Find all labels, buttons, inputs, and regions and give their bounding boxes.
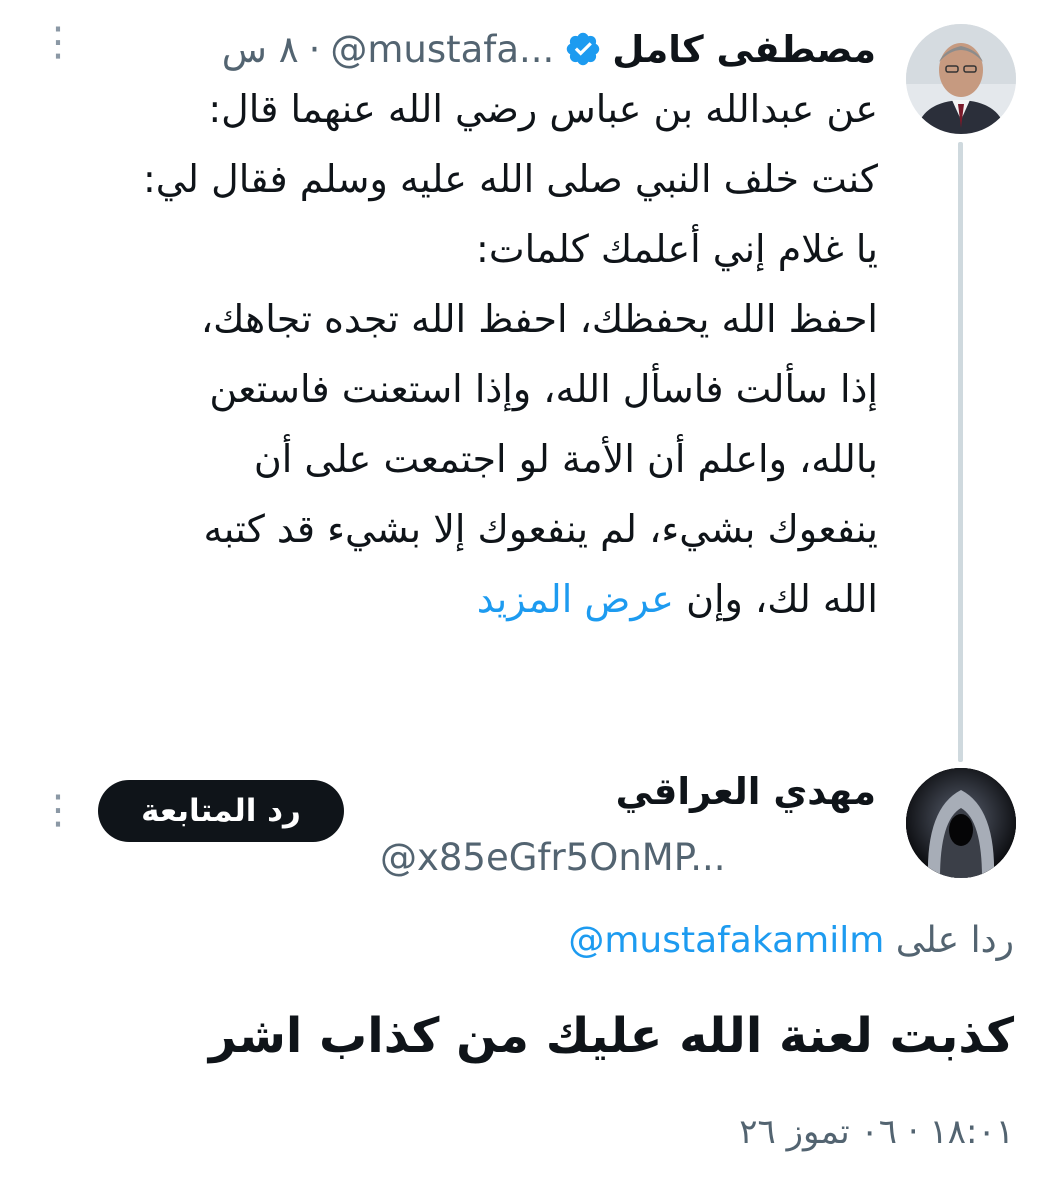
tweet-text-line: كنت خلف النبي صلى الله عليه وسلم فقال لي… <box>142 157 878 201</box>
verified-badge-icon <box>567 32 600 66</box>
follow-back-button[interactable]: رد المتابعة <box>98 780 344 842</box>
reply-timestamp[interactable]: ١٨:٠١ · ٠٦ تموز ٢٦ <box>739 1112 1014 1152</box>
avatar-mahdi-aliraqi[interactable] <box>906 768 1016 878</box>
separator-dot: · <box>308 27 321 71</box>
avatar-hooded-figure-image <box>906 768 1016 878</box>
reply-more-options[interactable]: ⋮ <box>38 787 78 833</box>
tweet-text-line: إذا سألت فاسأل الله، وإذا استعنت فاستعن <box>209 367 878 411</box>
tweet-text-last-line: الله لك، وإن عرض المزيد <box>118 564 878 634</box>
tweet-time[interactable]: ٨ س <box>222 28 299 71</box>
tweet-text-line: عن عبدالله بن عباس رضي الله عنهما قال: <box>208 87 878 131</box>
tweet-text-line: احفظ الله يحفظك، احفظ الله تجده تجاهك، <box>200 297 878 341</box>
tweet-body: عن عبدالله بن عباس رضي الله عنهما قال: ك… <box>118 74 878 634</box>
tweet-text-line: ينفعوك بشيء، لم ينفعوك إلا بشيء قد كتبه <box>203 507 878 551</box>
reply-author-handle[interactable]: @x85eGfr5OnMP... <box>380 836 726 879</box>
reply-text: كذبت لعنة الله عليك من كذاب اشر <box>208 1008 1014 1064</box>
replying-to: ردا على @mustafakamilm <box>568 920 1014 961</box>
tweet-more-options[interactable]: ⋮ <box>38 19 78 65</box>
avatar-portrait-image <box>906 24 1016 134</box>
tweet-text-line: بالله، واعلم أن الأمة لو اجتمعت على أن <box>253 437 878 481</box>
ellipsis-vertical-icon: ⋮ <box>38 787 78 833</box>
ellipsis-vertical-icon: ⋮ <box>38 19 78 65</box>
tweet-text-line: يا غلام إني أعلمك كلمات: <box>476 227 878 271</box>
show-more-link[interactable]: عرض المزيد <box>477 577 674 621</box>
tweet-header: مصطفى كامل @mustafa... · ٨ س <box>222 24 876 74</box>
replying-to-handle-link[interactable]: @mustafakamilm <box>568 920 884 961</box>
reply-author-name[interactable]: مهدي العراقي <box>616 770 876 813</box>
thread-connector-line <box>958 142 963 762</box>
tweet-author-name[interactable]: مصطفى كامل <box>612 28 876 71</box>
replying-to-label: ردا على <box>895 920 1014 961</box>
avatar-mustafa-kamil[interactable] <box>906 24 1016 134</box>
tweet-author-handle[interactable]: @mustafa... <box>330 28 554 71</box>
tweet-text-truncated: الله لك، وإن <box>686 577 878 621</box>
